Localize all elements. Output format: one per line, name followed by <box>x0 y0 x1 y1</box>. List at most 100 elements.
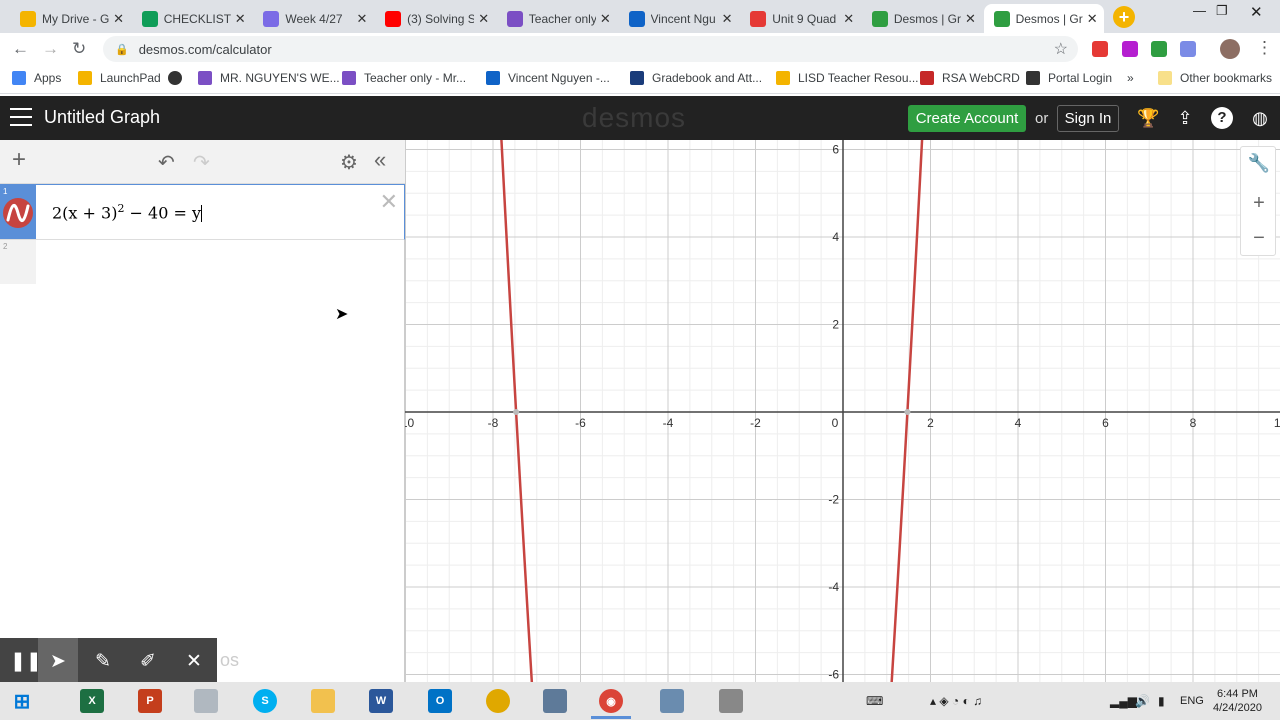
back-icon[interactable]: ← <box>12 39 29 59</box>
zoom-in-icon[interactable]: + <box>1241 192 1277 215</box>
sign-in-button[interactable]: Sign In <box>1057 105 1119 132</box>
forward-icon[interactable]: → <box>42 39 59 59</box>
new-tab-button[interactable]: + <box>1113 6 1135 28</box>
expression-row[interactable]: 1 2(x + 3)2 − 40 = y ✕ <box>0 184 405 240</box>
graph-canvas[interactable]: -10 -8 -6 -4 -2 0 2 4 6 8 10 6 4 2 -2 -4 -6 <box>405 140 1280 682</box>
tab-close-icon[interactable]: ✕ <box>235 11 246 27</box>
bookmark-item[interactable]: Teacher only - Mr... <box>342 71 466 85</box>
settings-gear-icon[interactable]: ⚙ <box>340 150 358 175</box>
zoom-out-icon[interactable]: − <box>1241 227 1277 250</box>
add-item-icon[interactable]: + <box>12 146 26 174</box>
minimize-window-button[interactable]: — <box>1193 3 1206 18</box>
tab-close-icon[interactable]: ✕ <box>478 11 489 27</box>
wrench-icon[interactable]: 🔧 <box>1241 153 1277 174</box>
help-icon[interactable]: ? <box>1211 107 1233 129</box>
restore-window-button[interactable]: ❐ <box>1216 3 1228 19</box>
graph-paper[interactable]: -10 -8 -6 -4 -2 0 2 4 6 8 10 6 4 2 -2 -4 -6 <box>405 140 1280 682</box>
app-icon[interactable] <box>660 689 684 713</box>
bookmark-item[interactable]: MR. NGUYEN'S WE... <box>198 71 340 85</box>
bookmark-item[interactable]: RSA WebCRD <box>920 71 1020 85</box>
expression-row-tab[interactable]: 1 <box>0 185 36 239</box>
browser-tab[interactable]: Week 4/27 ✕ <box>253 4 373 33</box>
pen-icon[interactable]: ✎ <box>95 650 111 673</box>
pointer-icon: ➤ <box>50 651 66 672</box>
tab-close-icon[interactable]: ✕ <box>356 11 367 27</box>
browser-tab[interactable]: Teacher only ✕ <box>497 4 617 33</box>
browser-tab[interactable]: (3) Solving S ✕ <box>375 4 495 33</box>
empty-expression-row[interactable]: 2 <box>0 240 36 284</box>
bookmark-label: MR. NGUYEN'S WE... <box>220 71 340 85</box>
browser-tab[interactable]: Desmos | Gr ✕ <box>983 4 1104 33</box>
network-icon[interactable]: ▂▄▆ <box>1110 694 1137 708</box>
app-icon[interactable] <box>719 689 743 713</box>
browser-tab[interactable]: CHECKLIST ✕ <box>132 4 252 33</box>
graph-title[interactable]: Untitled Graph <box>44 107 160 128</box>
close-toolbar-icon[interactable]: ✕ <box>186 650 202 673</box>
tab-close-icon[interactable]: ✕ <box>600 11 611 27</box>
expression-toolbar: + ↶ ↷ ⚙ « <box>0 140 405 184</box>
bookmark-star-icon[interactable]: ☆ <box>1054 39 1068 59</box>
bookmark-item[interactable]: Gradebook and Att... <box>630 71 762 85</box>
y-tick-label: 2 <box>832 318 839 332</box>
tab-close-icon[interactable]: ✕ <box>113 11 124 27</box>
chrome-icon[interactable]: ◉ <box>599 689 623 713</box>
tray-icons[interactable]: ▴ ◈ ◔ ◐ ♫ <box>930 694 982 708</box>
bookmark-item[interactable]: Portal Login <box>1026 71 1112 85</box>
extension-icon[interactable] <box>1092 41 1108 57</box>
undo-icon[interactable]: ↶ <box>158 150 175 175</box>
skype-icon[interactable]: S <box>253 689 277 713</box>
volume-icon[interactable]: 🔊 <box>1135 694 1150 708</box>
reload-icon[interactable]: ↻ <box>72 39 86 59</box>
clock[interactable]: 6:44 PM 4/24/2020 <box>1213 687 1262 715</box>
keyboard-icon[interactable]: ⌨ <box>866 694 883 708</box>
browser-tab[interactable]: Desmos | Gr ✕ <box>862 4 982 33</box>
app-icon[interactable] <box>486 689 510 713</box>
bookmark-item[interactable]: LISD Teacher Resou... <box>776 71 919 85</box>
address-bar[interactable]: 🔒 desmos.com/calculator ☆ <box>103 36 1078 62</box>
create-account-button[interactable]: Create Account <box>908 105 1026 132</box>
extension-icon[interactable] <box>1122 41 1138 57</box>
close-window-button[interactable]: ✕ <box>1250 3 1263 21</box>
bookmark-item[interactable]: Vincent Nguyen -... <box>486 71 610 85</box>
other-bookmarks[interactable]: Other bookmarks <box>1158 71 1272 85</box>
pointer-tool[interactable]: ➤ <box>38 638 78 682</box>
bookmark-item[interactable] <box>168 71 182 85</box>
bookmark-label: Apps <box>34 71 62 85</box>
tab-favicon-icon <box>141 10 158 27</box>
tab-close-icon[interactable]: ✕ <box>1087 11 1098 27</box>
tab-close-icon[interactable]: ✕ <box>965 11 976 27</box>
powerpoint-icon[interactable]: P <box>138 689 162 713</box>
trophy-icon[interactable]: 🏆 <box>1137 107 1159 129</box>
bookmark-item[interactable]: LaunchPad <box>78 71 161 85</box>
battery-icon[interactable]: ▮ <box>1158 694 1165 708</box>
delete-expression-icon[interactable]: ✕ <box>380 189 398 215</box>
hamburger-menu-icon[interactable] <box>10 108 32 126</box>
outlook-icon[interactable]: O <box>428 689 452 713</box>
browser-tab[interactable]: Vincent Ngu ✕ <box>619 4 739 33</box>
profile-avatar[interactable] <box>1220 39 1240 59</box>
menu-icon[interactable]: ⋮ <box>1256 38 1273 58</box>
bookmark-item[interactable]: Apps <box>12 71 61 85</box>
expression-input[interactable]: 2(x + 3)2 − 40 = y <box>52 202 203 223</box>
collapse-panel-icon[interactable]: « <box>374 147 386 173</box>
file-explorer-icon[interactable] <box>311 689 335 713</box>
start-windows-icon[interactable]: ⊞ <box>10 689 34 713</box>
calculator-icon[interactable] <box>543 689 567 713</box>
language-indicator[interactable]: ENG <box>1180 695 1204 707</box>
word-icon[interactable]: W <box>369 689 393 713</box>
share-icon[interactable]: ⇪ <box>1174 107 1196 129</box>
graph-color-icon[interactable] <box>3 198 33 228</box>
globe-icon[interactable]: ◍ <box>1249 107 1271 129</box>
tab-close-icon[interactable]: ✕ <box>722 11 733 27</box>
redo-icon[interactable]: ↷ <box>193 150 210 175</box>
more-bookmarks-button[interactable]: » <box>1127 71 1134 85</box>
app-icon[interactable] <box>194 689 218 713</box>
tab-close-icon[interactable]: ✕ <box>843 11 854 27</box>
excel-icon[interactable]: X <box>80 689 104 713</box>
browser-tab[interactable]: Unit 9 Quad ✕ <box>740 4 860 33</box>
extension-icon[interactable] <box>1151 41 1167 57</box>
highlighter-icon[interactable]: ✐ <box>140 650 156 673</box>
browser-tab[interactable]: My Drive - Google Drive✕ <box>10 4 130 33</box>
extension-icon[interactable] <box>1180 41 1196 57</box>
tab-favicon-icon <box>750 10 767 27</box>
